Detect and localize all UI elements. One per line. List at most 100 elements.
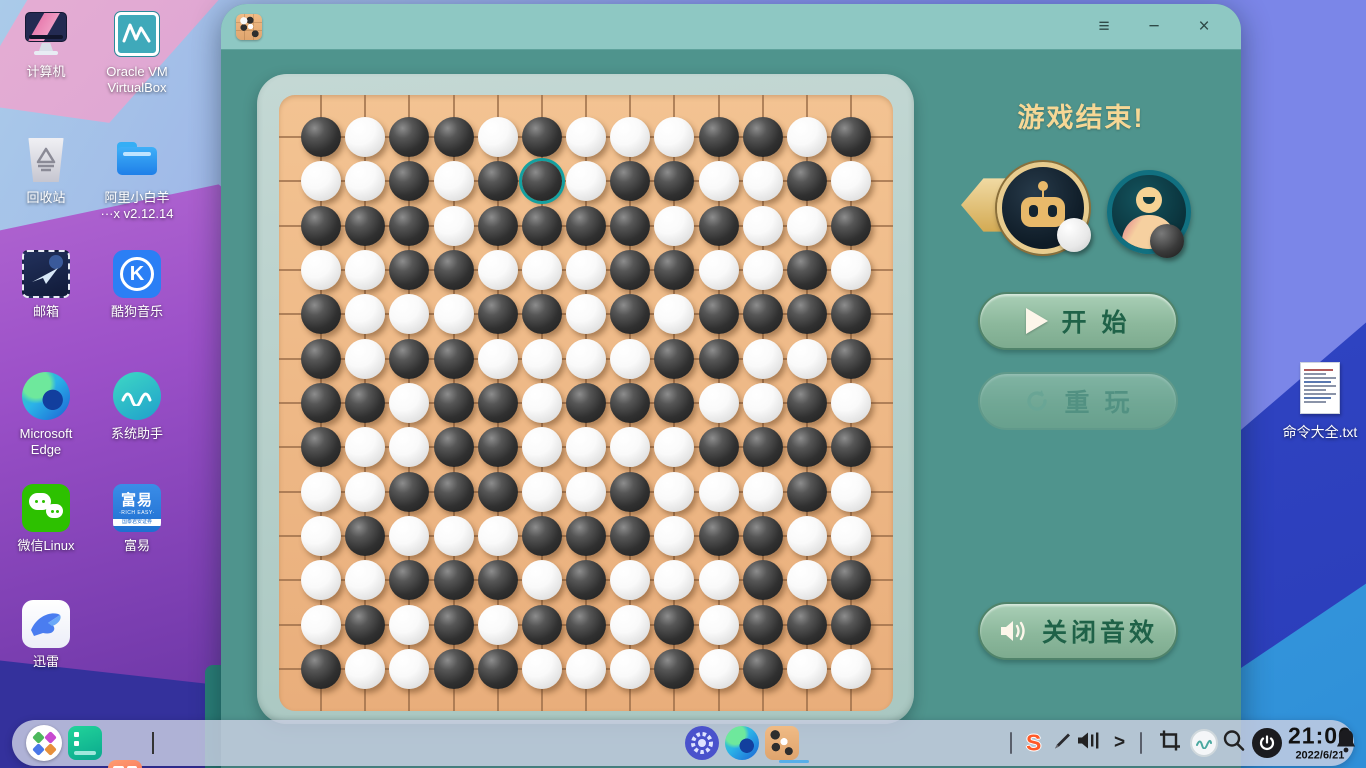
stone-black: [787, 161, 827, 201]
stone-black: [389, 206, 429, 246]
stone-white: [389, 649, 429, 689]
desktop-icon-label: 富易: [123, 538, 150, 553]
stone-white: [478, 339, 518, 379]
stone-black: [831, 605, 871, 645]
sogou-input-icon[interactable]: S: [1026, 730, 1041, 757]
stone-white: [345, 649, 385, 689]
desktop-icon-recycle-bin[interactable]: 回收站: [0, 136, 92, 206]
stone-white: [831, 472, 871, 512]
stone-white: [434, 161, 474, 201]
desktop-icon-aliyun-drive[interactable]: 阿里小白羊 ···x v2.12.14: [91, 136, 183, 222]
stone-black: [831, 560, 871, 600]
stone-white: [566, 250, 606, 290]
stone-white: [743, 161, 783, 201]
stone-white: [787, 117, 827, 157]
desktop-icon-label: 回收站: [26, 190, 66, 205]
stone-black: [434, 649, 474, 689]
stone-black: [743, 560, 783, 600]
stone-black: [566, 516, 606, 556]
desktop-icon-virtualbox[interactable]: Oracle VM VirtualBox: [91, 10, 183, 96]
stone-black: [389, 472, 429, 512]
stone-black: [478, 161, 518, 201]
stone-black: [743, 605, 783, 645]
start-button[interactable]: 开 始: [978, 292, 1178, 350]
stone-white: [389, 383, 429, 423]
stone-white: [389, 427, 429, 467]
desktop-icon-system-assistant[interactable]: 系统助手: [91, 372, 183, 442]
stone-black: [434, 605, 474, 645]
desktop-icon-edge[interactable]: Microsoft Edge: [0, 372, 92, 458]
stone-white: [522, 649, 562, 689]
desktop-icon-txt-file[interactable]: 命令大全.txt: [1274, 362, 1366, 440]
wechat-icon: [22, 484, 70, 532]
desktop-icon-xunlei[interactable]: 迅雷: [0, 600, 92, 670]
desktop-icon-label: 阿里小白羊 ···x v2.12.14: [100, 190, 174, 221]
replay-button[interactable]: 重 玩: [978, 372, 1178, 430]
desktop-icon-computer[interactable]: 计算机: [0, 10, 92, 80]
app-grid-button[interactable]: [108, 760, 142, 768]
gomoku-app-button[interactable]: [765, 726, 799, 760]
stone-white: [654, 516, 694, 556]
multitask-view-button[interactable]: [68, 726, 102, 760]
pen-tool-icon[interactable]: [1052, 730, 1074, 757]
stone-black: [610, 250, 650, 290]
control-center-button[interactable]: [685, 726, 719, 760]
stone-black: [345, 605, 385, 645]
stone-black: [345, 383, 385, 423]
notification-bell-icon[interactable]: [1334, 728, 1358, 759]
stone-black: [434, 560, 474, 600]
stone-white: [699, 649, 739, 689]
stone-black: [434, 117, 474, 157]
desktop-icon-wechat[interactable]: 微信Linux: [0, 484, 92, 554]
taskbar[interactable]: >_ S >: [12, 720, 1355, 768]
desktop-icon-fuyi[interactable]: 富易 ·RICH EASY· 国泰君安证券 富易: [91, 484, 183, 554]
stone-black: [434, 383, 474, 423]
stone-black: [610, 294, 650, 334]
close-button[interactable]: ×: [1179, 16, 1229, 38]
stone-white: [434, 206, 474, 246]
board-card: [257, 74, 914, 724]
stone-black: [522, 294, 562, 334]
stone-black: [743, 117, 783, 157]
desktop-icon-mail[interactable]: 邮箱: [0, 250, 92, 320]
sound-toggle-button[interactable]: 关闭音效: [978, 602, 1178, 660]
edge-browser-button[interactable]: [725, 726, 759, 760]
stone-black: [699, 427, 739, 467]
stone-black: [345, 516, 385, 556]
stone-black: [654, 250, 694, 290]
stone-black: [434, 250, 474, 290]
desktop-icon-label: 系统助手: [110, 426, 163, 441]
expand-tray-chevron[interactable]: >: [1114, 732, 1125, 754]
window-titlebar[interactable]: ≡ − ×: [221, 4, 1241, 50]
desktop-icon-kugou[interactable]: K 酷狗音乐: [91, 250, 183, 320]
recycle-bin-icon: [28, 138, 64, 182]
stone-white: [522, 472, 562, 512]
stone-black: [522, 516, 562, 556]
robot-icon: [1038, 181, 1048, 198]
stone-white: [699, 605, 739, 645]
stone-black: [566, 605, 606, 645]
stone-white: [301, 516, 341, 556]
stone-white: [522, 250, 562, 290]
desktop-icon-label: 酷狗音乐: [110, 304, 163, 319]
launcher-button[interactable]: [26, 725, 62, 761]
stone-black: [301, 427, 341, 467]
stone-white: [787, 560, 827, 600]
system-monitor-tray-icon[interactable]: [1190, 729, 1218, 757]
power-button[interactable]: [1252, 728, 1282, 758]
stone-black: [434, 339, 474, 379]
stone-black: [610, 383, 650, 423]
stone-white: [699, 383, 739, 423]
stone-white: [831, 383, 871, 423]
stone-white: [566, 339, 606, 379]
screenshot-icon[interactable]: [1158, 729, 1182, 758]
stone-black: [831, 427, 871, 467]
volume-icon[interactable]: [1076, 730, 1102, 757]
stone-black: [478, 427, 518, 467]
stone-white: [610, 560, 650, 600]
gomoku-window: ≡ − × 游戏结束! 开 始 重 玩 关闭音效: [221, 4, 1241, 768]
search-icon[interactable]: [1222, 729, 1246, 758]
gomoku-board[interactable]: [279, 95, 893, 711]
minimize-button[interactable]: −: [1129, 16, 1179, 38]
menu-button[interactable]: ≡: [1079, 16, 1129, 38]
